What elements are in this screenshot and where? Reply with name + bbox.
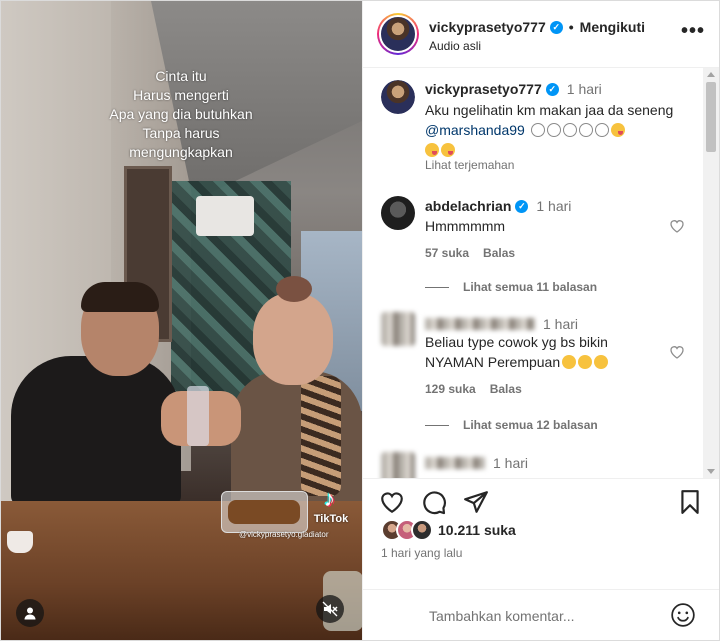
reply-button[interactable]: Balas <box>490 382 522 396</box>
video-scene-air-conditioner <box>196 196 254 236</box>
comment-time[interactable]: 1 hari <box>543 316 578 332</box>
commenter-username-blurred[interactable] <box>425 318 535 330</box>
video-scene-food-container <box>221 491 308 533</box>
following-button[interactable]: Mengikuti <box>580 19 645 35</box>
overlay-line: Apa yang dia butuhkan <box>109 106 253 122</box>
comment-like-count[interactable]: 129 suka <box>425 382 476 396</box>
smile-emoji-icon <box>530 123 545 137</box>
comments-list[interactable]: vickyprasetyo777 ✓ 1 hari Aku ngelihatin… <box>363 68 719 478</box>
mute-button[interactable] <box>316 595 344 623</box>
scroll-up-arrow-icon[interactable] <box>707 72 715 77</box>
share-paper-plane-icon[interactable] <box>463 489 489 515</box>
likes-count[interactable]: 10.211 suka <box>438 522 516 538</box>
replies-divider <box>425 286 449 288</box>
audio-link[interactable]: Audio asli <box>429 39 481 53</box>
like-comment-heart-icon[interactable] <box>669 218 685 234</box>
comment-text: Hmmmmmm <box>425 218 506 234</box>
comments-scrollbar[interactable] <box>703 68 719 478</box>
verified-badge-icon: ✓ <box>515 199 529 213</box>
caption-time[interactable]: 1 hari <box>567 81 602 97</box>
yum-emoji-icon <box>610 123 625 137</box>
overlay-line: Tanpa harus <box>142 125 220 141</box>
instagram-post-modal: Cinta itu Harus mengerti Apa yang dia bu… <box>0 0 720 641</box>
user-icon <box>24 607 36 620</box>
comment-header: abdelachrian ✓ 1 hari <box>425 198 571 214</box>
smile-emoji-icon <box>578 123 593 137</box>
overlay-line: mengungkapkan <box>129 144 233 160</box>
verified-badge-icon: ✓ <box>545 82 559 96</box>
comment-like-count[interactable]: 57 suka <box>425 246 469 260</box>
commenter-username-blurred[interactable] <box>425 457 485 469</box>
smile-emoji-icon <box>594 123 609 137</box>
header-separator: • <box>568 19 574 35</box>
translate-label[interactable]: Lihat terjemahan <box>425 158 514 172</box>
more-options-icon[interactable]: ••• <box>681 21 704 45</box>
author-username[interactable]: vickyprasetyo777 <box>429 19 546 35</box>
comment-header: 1 hari <box>425 455 528 471</box>
scroll-down-arrow-icon[interactable] <box>707 469 715 474</box>
video-scene-glass <box>187 386 209 446</box>
caption-avatar[interactable] <box>381 80 415 114</box>
clap-emoji-icon <box>578 355 593 369</box>
clap-emoji-icon <box>562 355 577 369</box>
post-time[interactable]: 1 hari yang lalu <box>381 546 462 560</box>
add-comment-bar <box>363 589 719 640</box>
author-avatar[interactable] <box>377 13 419 55</box>
video-scene-cup <box>7 531 33 553</box>
comment-meta: 129 suka Balas <box>425 382 522 396</box>
caption-username[interactable]: vickyprasetyo777 <box>425 81 542 97</box>
post-details-panel: vickyprasetyo777 ✓ • Mengikuti Audio asl… <box>362 1 719 640</box>
comment-bubble-icon[interactable] <box>421 489 447 515</box>
smile-emoji-icon <box>562 123 577 137</box>
caption-body: Aku ngelihatin km makan jaa da seneng <box>425 102 674 118</box>
emoji-picker-icon[interactable] <box>670 602 696 628</box>
reply-button[interactable]: Balas <box>483 246 515 260</box>
speaker-muted-icon <box>322 601 338 617</box>
post-actions: 10.211 suka 1 hari yang lalu <box>363 478 719 640</box>
tiktok-label: TikTok <box>313 513 349 525</box>
tiktok-handle: @vickyprasetyo.gladiator <box>239 530 329 539</box>
view-replies-button[interactable]: Lihat semua 12 balasan <box>425 418 598 432</box>
video-caption-overlay: Cinta itu Harus mengerti Apa yang dia bu… <box>71 67 291 162</box>
caption-text: Aku ngelihatin km makan jaa da seneng @m… <box>425 100 685 160</box>
like-comment-heart-icon[interactable] <box>669 344 685 360</box>
tiktok-logo-icon: ♪ <box>324 486 335 511</box>
caption-mention-link[interactable]: @marshanda99 <box>425 122 525 138</box>
overlay-line: Harus mengerti <box>133 87 229 103</box>
translate-link[interactable]: Lihat terjemahan <box>425 158 514 172</box>
author-line: vickyprasetyo777 ✓ • Mengikuti <box>429 19 645 35</box>
view-replies-label[interactable]: Lihat semua 11 balasan <box>463 280 597 294</box>
commenter-avatar-blurred[interactable] <box>381 452 415 478</box>
replies-divider <box>425 424 449 426</box>
post-header: vickyprasetyo777 ✓ • Mengikuti Audio asl… <box>363 1 719 68</box>
yum-emoji-icon <box>425 143 439 157</box>
yum-emoji-icon <box>441 143 455 157</box>
like-heart-icon[interactable] <box>379 489 405 515</box>
comment-header: 1 hari <box>425 316 578 332</box>
comment-input[interactable] <box>427 603 661 629</box>
view-replies-button[interactable]: Lihat semua 11 balasan <box>425 280 597 294</box>
comment-meta: 57 suka Balas <box>425 246 515 260</box>
commenter-username[interactable]: abdelachrian <box>425 198 511 214</box>
reel-video[interactable]: Cinta itu Harus mengerti Apa yang dia bu… <box>1 1 362 640</box>
scrollbar-thumb[interactable] <box>706 82 716 152</box>
overlay-line: Cinta itu <box>155 68 207 84</box>
tiktok-watermark: ♪ TikTok <box>301 486 361 526</box>
verified-badge-icon: ✓ <box>549 20 563 34</box>
caption-header: vickyprasetyo777 ✓ 1 hari <box>425 81 602 97</box>
commenter-avatar-blurred[interactable] <box>381 312 415 346</box>
comment-time[interactable]: 1 hari <box>536 198 571 214</box>
likes-summary[interactable]: 10.211 suka <box>381 519 516 541</box>
smile-emoji-icon <box>546 123 561 137</box>
tagged-users-button[interactable] <box>16 599 44 627</box>
view-replies-label[interactable]: Lihat semua 12 balasan <box>463 418 598 432</box>
comment-text: Beliau type cowok yg bs bikin NYAMAN Per… <box>425 332 665 372</box>
liker-avatar <box>411 519 433 541</box>
clap-emoji-icon <box>594 355 609 369</box>
save-bookmark-icon[interactable] <box>677 489 703 515</box>
video-scene-man <box>11 282 181 506</box>
commenter-avatar[interactable] <box>381 196 415 230</box>
comment-time[interactable]: 1 hari <box>493 455 528 471</box>
